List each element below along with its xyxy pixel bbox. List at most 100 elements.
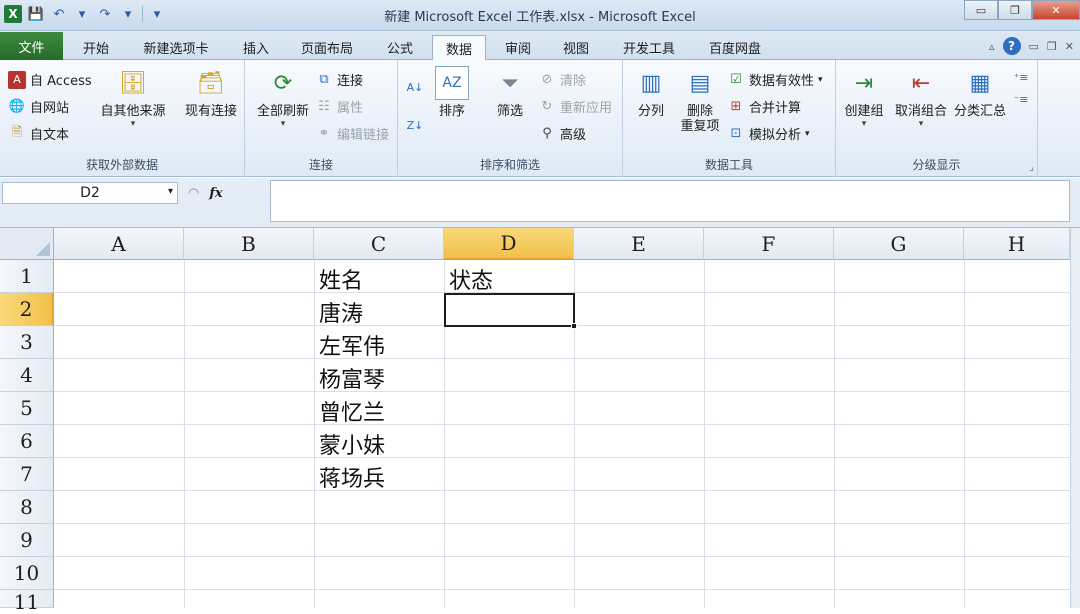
column-header-d[interactable]: D xyxy=(444,228,574,260)
name-box[interactable]: D2 ▾ xyxy=(2,182,178,204)
column-header-a[interactable]: A xyxy=(54,228,184,260)
text-to-columns-button[interactable]: ▥ 分列 xyxy=(629,66,673,120)
workbook-close-icon[interactable]: ✕ xyxy=(1065,40,1074,53)
from-web-button[interactable]: 🌐 自网站 xyxy=(8,97,69,116)
from-other-sources-button[interactable]: 🗄 自其他来源 ▾ xyxy=(98,66,168,130)
connections-button[interactable]: ⧉ 连接 xyxy=(315,70,363,89)
show-detail-button[interactable]: ⁺≡ xyxy=(1012,68,1030,86)
row-header-9[interactable]: 9 xyxy=(0,524,54,557)
tab-view[interactable]: 视图 xyxy=(550,35,602,60)
text-to-columns-icon: ▥ xyxy=(640,70,662,96)
data-validation-button[interactable]: ☑ 数据有效性 ▾ xyxy=(727,70,822,89)
cell-c7[interactable]: 蒋场兵 xyxy=(319,461,385,493)
group-button[interactable]: ⇥ 创建组 ▾ xyxy=(840,66,888,130)
ribbon: A 自 Access 🌐 自网站 🗎 自文本 🗄 自其他来源 ▾ 🗃 现有连接 … xyxy=(0,60,1080,177)
workbook-restore-icon[interactable]: ❐ xyxy=(1047,40,1057,53)
column-header-f[interactable]: F xyxy=(704,228,834,260)
refresh-icon: ⟳ xyxy=(273,70,293,96)
active-cell-d2[interactable] xyxy=(444,293,575,327)
filter-button[interactable]: ⏷ 筛选 xyxy=(488,66,532,120)
sort-ascending-icon: A↓ xyxy=(406,80,424,94)
expand-icon[interactable]: ◠ xyxy=(188,186,199,201)
column-header-b[interactable]: B xyxy=(184,228,314,260)
existing-connections-label: 现有连接 xyxy=(184,104,237,119)
edit-links-button[interactable]: ⚭ 编辑链接 xyxy=(315,124,389,143)
consolidate-button[interactable]: ⊞ 合并计算 xyxy=(727,97,801,116)
help-icon[interactable]: ? xyxy=(1002,37,1021,55)
refresh-all-button[interactable]: ⟳ 全部刷新 ▾ xyxy=(250,66,316,130)
cell-d1[interactable]: 状态 xyxy=(449,263,493,295)
consolidate-icon: ⊞ xyxy=(730,99,742,114)
workbook-minimize-icon[interactable]: ▭ xyxy=(1029,40,1039,53)
from-access-button[interactable]: A 自 Access xyxy=(8,70,92,89)
row-header-2[interactable]: 2 xyxy=(0,293,54,326)
subtotal-label: 分类汇总 xyxy=(953,104,1006,119)
cell-c3[interactable]: 左军伟 xyxy=(319,329,385,361)
cell-c6[interactable]: 蒙小妹 xyxy=(319,428,385,460)
clear-filter-button[interactable]: ⊘ 清除 xyxy=(538,70,586,89)
filter-label: 筛选 xyxy=(496,104,523,119)
from-web-label: 自网站 xyxy=(30,101,70,116)
sort-descending-button[interactable]: Z↓ xyxy=(406,116,424,134)
cell-c1[interactable]: 姓名 xyxy=(319,263,363,295)
select-all-button[interactable] xyxy=(0,228,54,260)
column-header-e[interactable]: E xyxy=(574,228,704,260)
chevron-down-icon: ▾ xyxy=(805,128,810,139)
tab-new-tab[interactable]: 新建选项卡 xyxy=(130,35,222,60)
hide-detail-button[interactable]: ⁻≡ xyxy=(1012,90,1030,108)
tab-insert[interactable]: 插入 xyxy=(230,35,282,60)
row-header-4[interactable]: 4 xyxy=(0,359,54,392)
chevron-down-icon[interactable]: ▾ xyxy=(168,186,173,197)
row-header-3[interactable]: 3 xyxy=(0,326,54,359)
restore-button[interactable]: ❐ xyxy=(998,0,1032,20)
existing-connections-button[interactable]: 🗃 现有连接 xyxy=(180,66,242,120)
tab-formulas[interactable]: 公式 xyxy=(374,35,426,60)
data-validation-label: 数据有效性 xyxy=(749,74,815,89)
formula-input[interactable] xyxy=(270,180,1070,222)
access-icon: A xyxy=(8,70,26,89)
properties-button[interactable]: ☷ 属性 xyxy=(315,97,363,116)
what-if-icon: ⊡ xyxy=(730,126,742,141)
fill-handle[interactable] xyxy=(571,323,577,329)
group-label-sort-filter: 排序和筛选 xyxy=(479,158,540,172)
tab-data[interactable]: 数据 xyxy=(432,35,486,61)
tab-review[interactable]: 审阅 xyxy=(492,35,544,60)
tab-home[interactable]: 开始 xyxy=(70,35,122,60)
column-header-c[interactable]: C xyxy=(314,228,444,260)
vertical-scrollbar[interactable] xyxy=(1070,228,1080,608)
row-header-7[interactable]: 7 xyxy=(0,458,54,491)
tab-file[interactable]: 文件 xyxy=(0,32,63,60)
minimize-button[interactable]: ▭ xyxy=(964,0,998,20)
column-header-g[interactable]: G xyxy=(834,228,964,260)
cell-c4[interactable]: 杨富琴 xyxy=(319,362,385,394)
collapse-ribbon-icon[interactable]: ▵ xyxy=(989,40,995,53)
web-icon: 🌐 xyxy=(8,99,26,114)
from-text-button[interactable]: 🗎 自文本 xyxy=(8,124,69,144)
close-button[interactable]: ✕ xyxy=(1032,0,1080,20)
subtotal-button[interactable]: ▦ 分类汇总 xyxy=(950,66,1010,120)
advanced-filter-button[interactable]: ⚲ 高级 xyxy=(538,124,586,143)
column-header-h[interactable]: H xyxy=(964,228,1070,260)
dialog-launcher-icon[interactable]: ⌟ xyxy=(1029,162,1034,173)
cell-c5[interactable]: 曾忆兰 xyxy=(319,395,385,427)
row-header-8[interactable]: 8 xyxy=(0,491,54,524)
tab-baidu-netdisk[interactable]: 百度网盘 xyxy=(696,35,774,60)
refresh-all-label: 全部刷新 xyxy=(256,104,309,119)
remove-duplicates-button[interactable]: ▤ 删除 重复项 xyxy=(675,66,725,135)
what-if-analysis-button[interactable]: ⊡ 模拟分析 ▾ xyxy=(727,124,810,143)
text-file-icon: 🗎 xyxy=(11,124,23,140)
row-header-5[interactable]: 5 xyxy=(0,392,54,425)
tab-developer[interactable]: 开发工具 xyxy=(610,35,688,60)
cell-c2[interactable]: 唐涛 xyxy=(319,296,363,328)
row-header-11[interactable]: 11 xyxy=(0,590,54,614)
row-header-1[interactable]: 1 xyxy=(0,260,54,293)
tab-page-layout[interactable]: 页面布局 xyxy=(288,35,366,60)
ungroup-button[interactable]: ⇤ 取消组合 ▾ xyxy=(890,66,952,130)
insert-function-icon[interactable]: fx xyxy=(209,186,222,201)
row-header-10[interactable]: 10 xyxy=(0,557,54,590)
reapply-button[interactable]: ↻ 重新应用 xyxy=(538,97,612,116)
row-header-6[interactable]: 6 xyxy=(0,425,54,458)
sort-ascending-button[interactable]: A↓ xyxy=(406,78,424,96)
sort-button[interactable]: AZ 排序 xyxy=(432,66,472,119)
advanced-filter-label: 高级 xyxy=(560,128,587,143)
